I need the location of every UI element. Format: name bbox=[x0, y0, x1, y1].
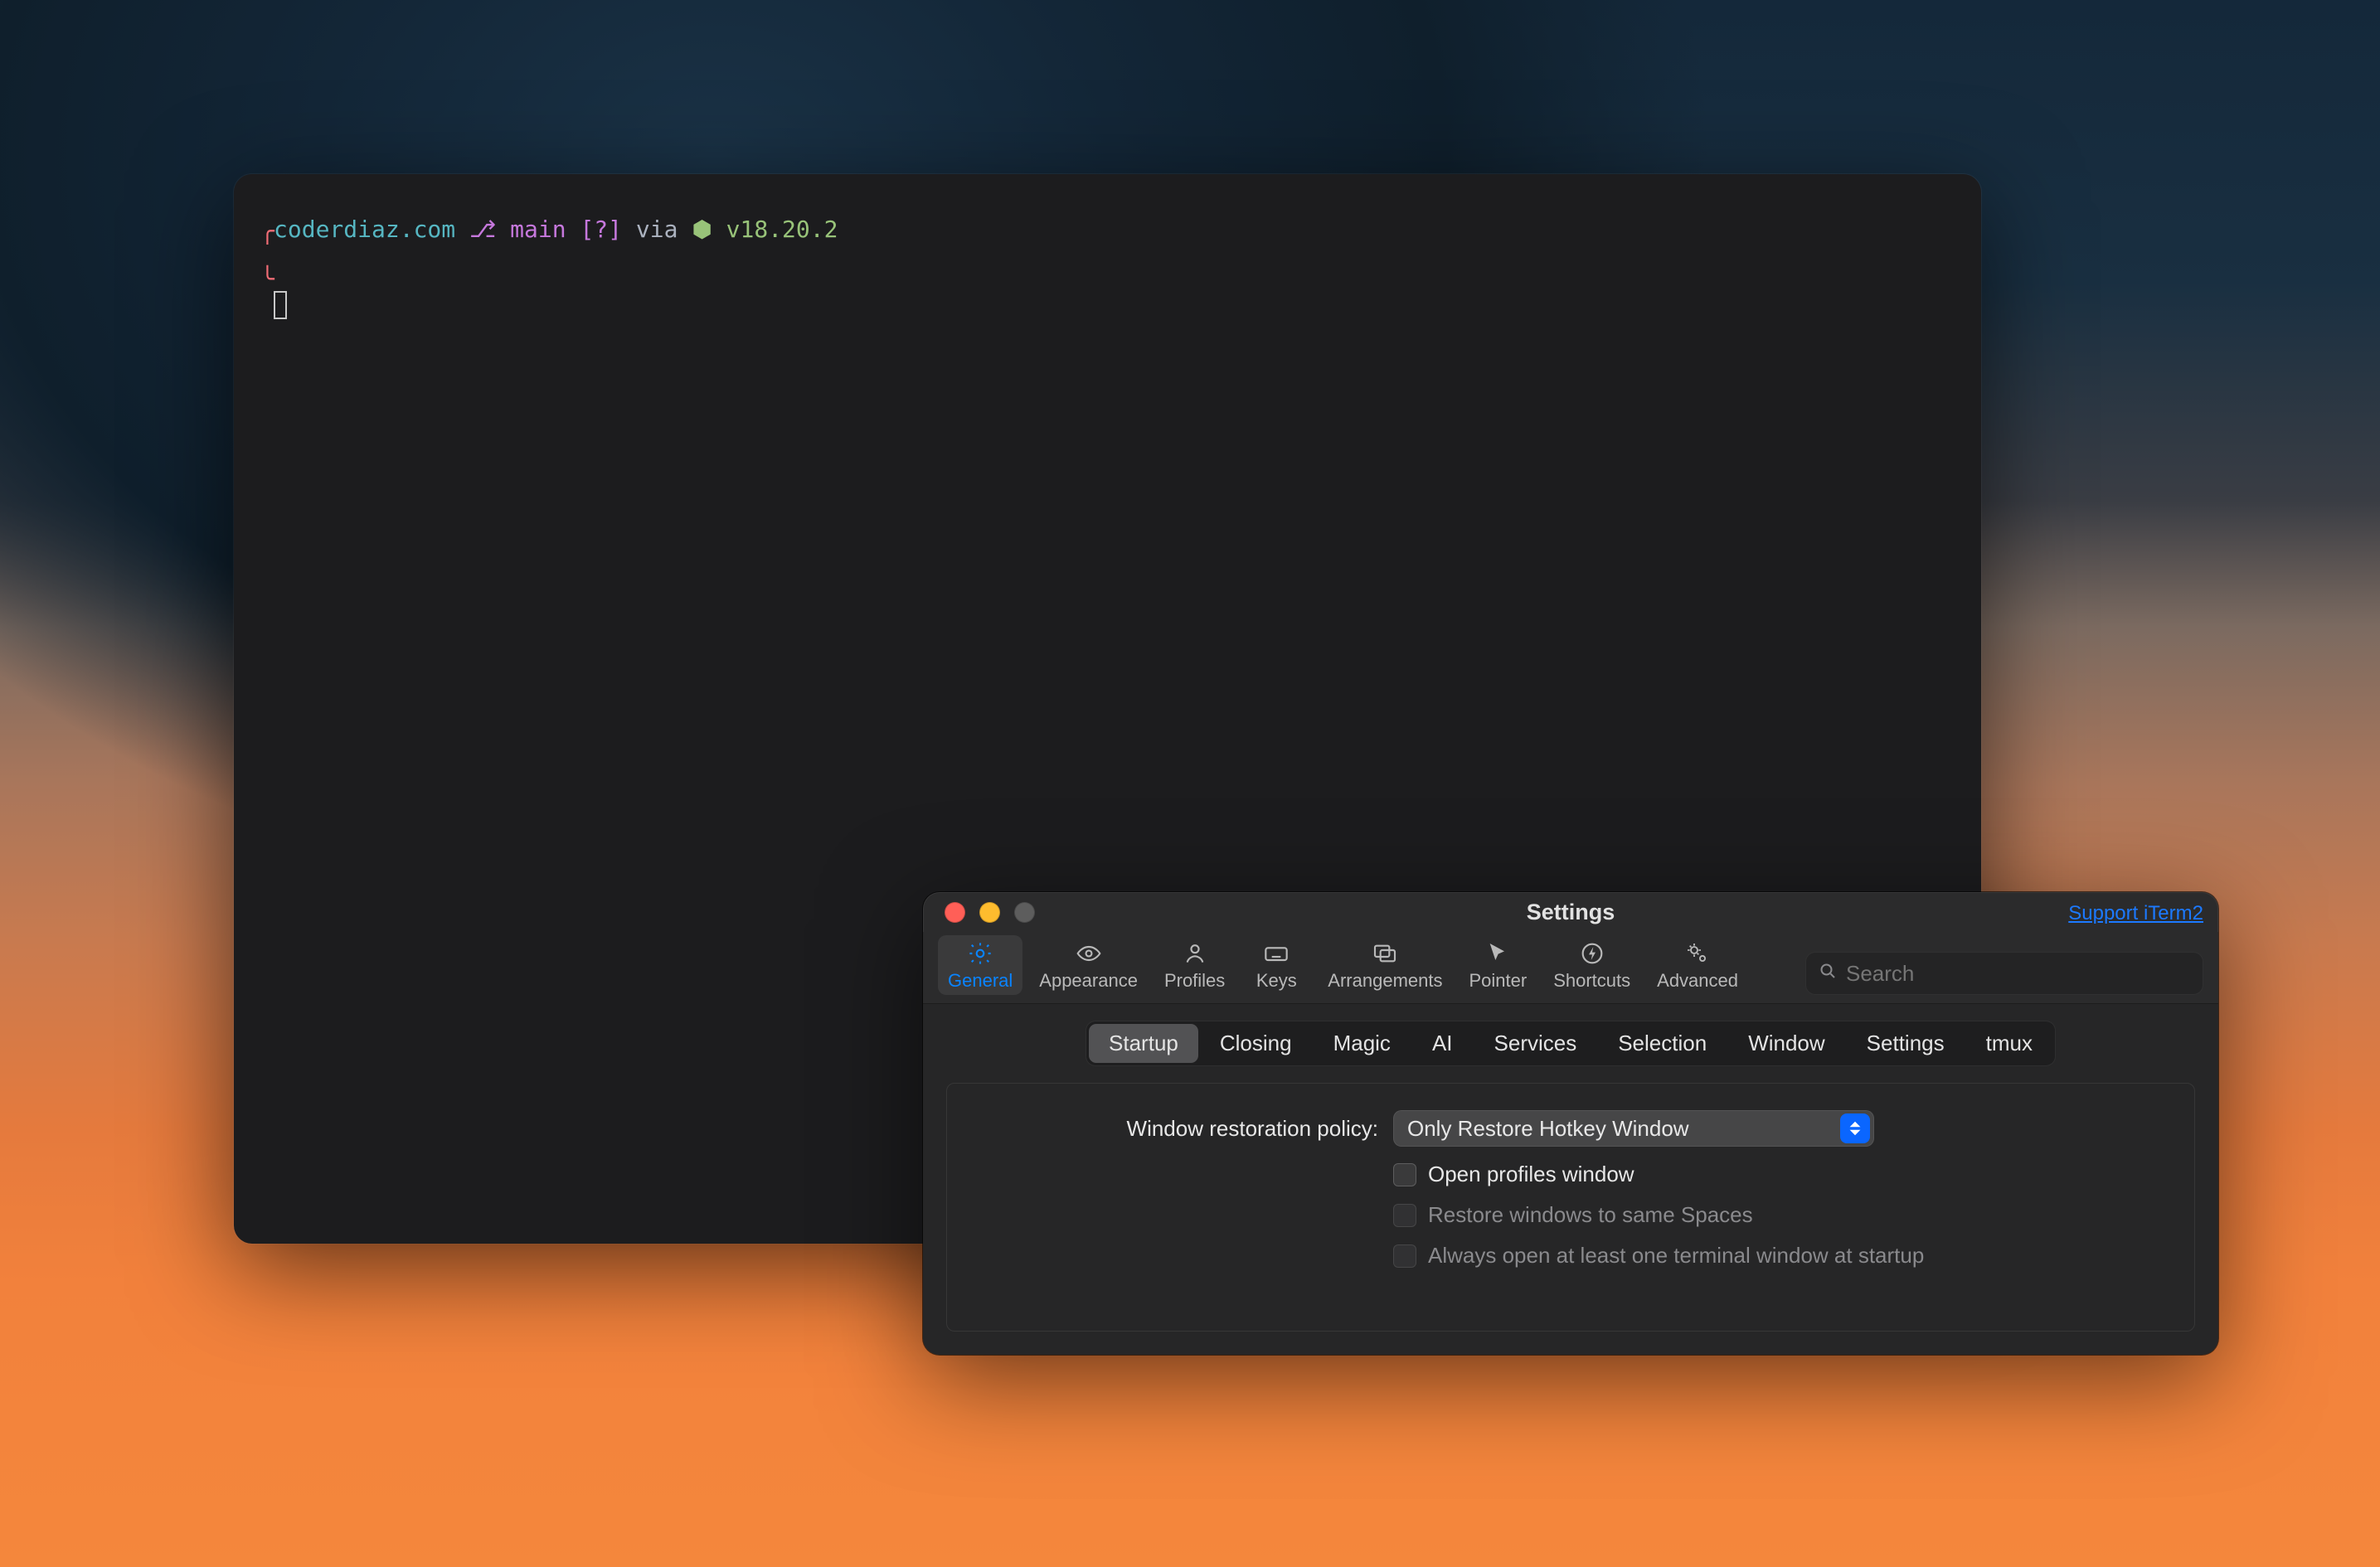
subtab-magic[interactable]: Magic bbox=[1314, 1024, 1411, 1063]
git-branch-icon: ⎇ bbox=[469, 216, 496, 243]
settings-window: Settings Support iTerm2 General Appearan… bbox=[923, 892, 2218, 1355]
windows-icon bbox=[1371, 940, 1399, 967]
tab-advanced[interactable]: Advanced bbox=[1647, 935, 1748, 995]
open-profiles-label: Open profiles window bbox=[1428, 1162, 1634, 1187]
tab-appearance[interactable]: Appearance bbox=[1029, 935, 1148, 995]
tab-arrangements[interactable]: Arrangements bbox=[1318, 935, 1452, 995]
support-link[interactable]: Support iTerm2 bbox=[2068, 902, 2203, 925]
settings-toolbar: General Appearance Profiles Keys bbox=[923, 932, 2218, 1004]
node-version: v18.20.2 bbox=[726, 216, 838, 243]
settings-titlebar[interactable]: Settings Support iTerm2 bbox=[923, 892, 2218, 932]
prompt-bracket-top-icon: ╭ bbox=[260, 217, 274, 245]
minimize-button[interactable] bbox=[979, 902, 1000, 923]
cursor-icon bbox=[274, 291, 287, 319]
tab-keys[interactable]: Keys bbox=[1241, 935, 1311, 995]
search-field[interactable] bbox=[1846, 961, 2191, 987]
open-profiles-checkbox[interactable] bbox=[1393, 1163, 1416, 1186]
close-button[interactable] bbox=[945, 902, 965, 923]
tab-profiles[interactable]: Profiles bbox=[1154, 935, 1235, 995]
chevron-up-down-icon bbox=[1840, 1113, 1870, 1143]
prompt-bracket-bottom-icon: ╰ bbox=[260, 265, 274, 293]
eye-icon bbox=[1075, 940, 1103, 967]
always-open-label: Always open at least one terminal window… bbox=[1428, 1243, 1924, 1269]
startup-panel: Window restoration policy: Only Restore … bbox=[946, 1083, 2195, 1332]
subtab-ai[interactable]: AI bbox=[1412, 1024, 1473, 1063]
restoration-value: Only Restore Hotkey Window bbox=[1407, 1116, 1689, 1142]
cwd: coderdiaz.com bbox=[274, 216, 455, 243]
subtab-startup[interactable]: Startup bbox=[1089, 1024, 1198, 1063]
tab-pointer[interactable]: Pointer bbox=[1459, 935, 1537, 995]
git-branch: main bbox=[510, 216, 566, 243]
restoration-select[interactable]: Only Restore Hotkey Window bbox=[1393, 1110, 1874, 1147]
pointer-icon bbox=[1484, 940, 1512, 967]
tab-label: Profiles bbox=[1164, 970, 1225, 992]
tab-label: Pointer bbox=[1469, 970, 1527, 992]
node-hex-icon: ⬢ bbox=[692, 216, 712, 243]
tab-label: Shortcuts bbox=[1553, 970, 1630, 992]
git-status: [?] bbox=[580, 216, 622, 243]
subtabs: Startup Closing Magic AI Services Select… bbox=[1086, 1021, 2056, 1066]
tab-label: Advanced bbox=[1657, 970, 1738, 992]
restoration-label: Window restoration policy: bbox=[980, 1116, 1378, 1142]
tab-label: General bbox=[948, 970, 1013, 992]
subtab-settings[interactable]: Settings bbox=[1847, 1024, 1965, 1063]
tab-general[interactable]: General bbox=[938, 935, 1022, 995]
restore-spaces-label: Restore windows to same Spaces bbox=[1428, 1202, 1753, 1228]
traffic-lights bbox=[923, 902, 1035, 923]
search-icon bbox=[1818, 961, 1838, 987]
settings-body: Startup Closing Magic AI Services Select… bbox=[923, 1004, 2218, 1355]
gear-icon bbox=[966, 940, 994, 967]
prompt-line: coderdiaz.com ⎇ main [?] via ⬢ v18.20.2 bbox=[274, 216, 1941, 243]
search-input[interactable] bbox=[1805, 952, 2203, 995]
subtab-services[interactable]: Services bbox=[1474, 1024, 1597, 1063]
keyboard-icon bbox=[1262, 940, 1290, 967]
gears-icon bbox=[1683, 940, 1712, 967]
tab-shortcuts[interactable]: Shortcuts bbox=[1543, 935, 1640, 995]
always-open-checkbox bbox=[1393, 1244, 1416, 1268]
bolt-circle-icon bbox=[1578, 940, 1606, 967]
subtab-window[interactable]: Window bbox=[1728, 1024, 1844, 1063]
maximize-button[interactable] bbox=[1014, 902, 1035, 923]
person-icon bbox=[1181, 940, 1209, 967]
subtab-closing[interactable]: Closing bbox=[1200, 1024, 1312, 1063]
tab-label: Keys bbox=[1256, 970, 1297, 992]
desktop: ╭ coderdiaz.com ⎇ main [?] via ⬢ v18.20.… bbox=[0, 0, 2380, 1567]
restore-spaces-checkbox bbox=[1393, 1204, 1416, 1227]
subtab-selection[interactable]: Selection bbox=[1598, 1024, 1727, 1063]
tab-label: Arrangements bbox=[1328, 970, 1442, 992]
via-text: via bbox=[636, 216, 678, 243]
tab-label: Appearance bbox=[1039, 970, 1138, 992]
settings-title: Settings bbox=[923, 900, 2218, 925]
prompt: ╭ coderdiaz.com ⎇ main [?] via ⬢ v18.20.… bbox=[274, 216, 1941, 272]
subtab-tmux[interactable]: tmux bbox=[1966, 1024, 2052, 1063]
